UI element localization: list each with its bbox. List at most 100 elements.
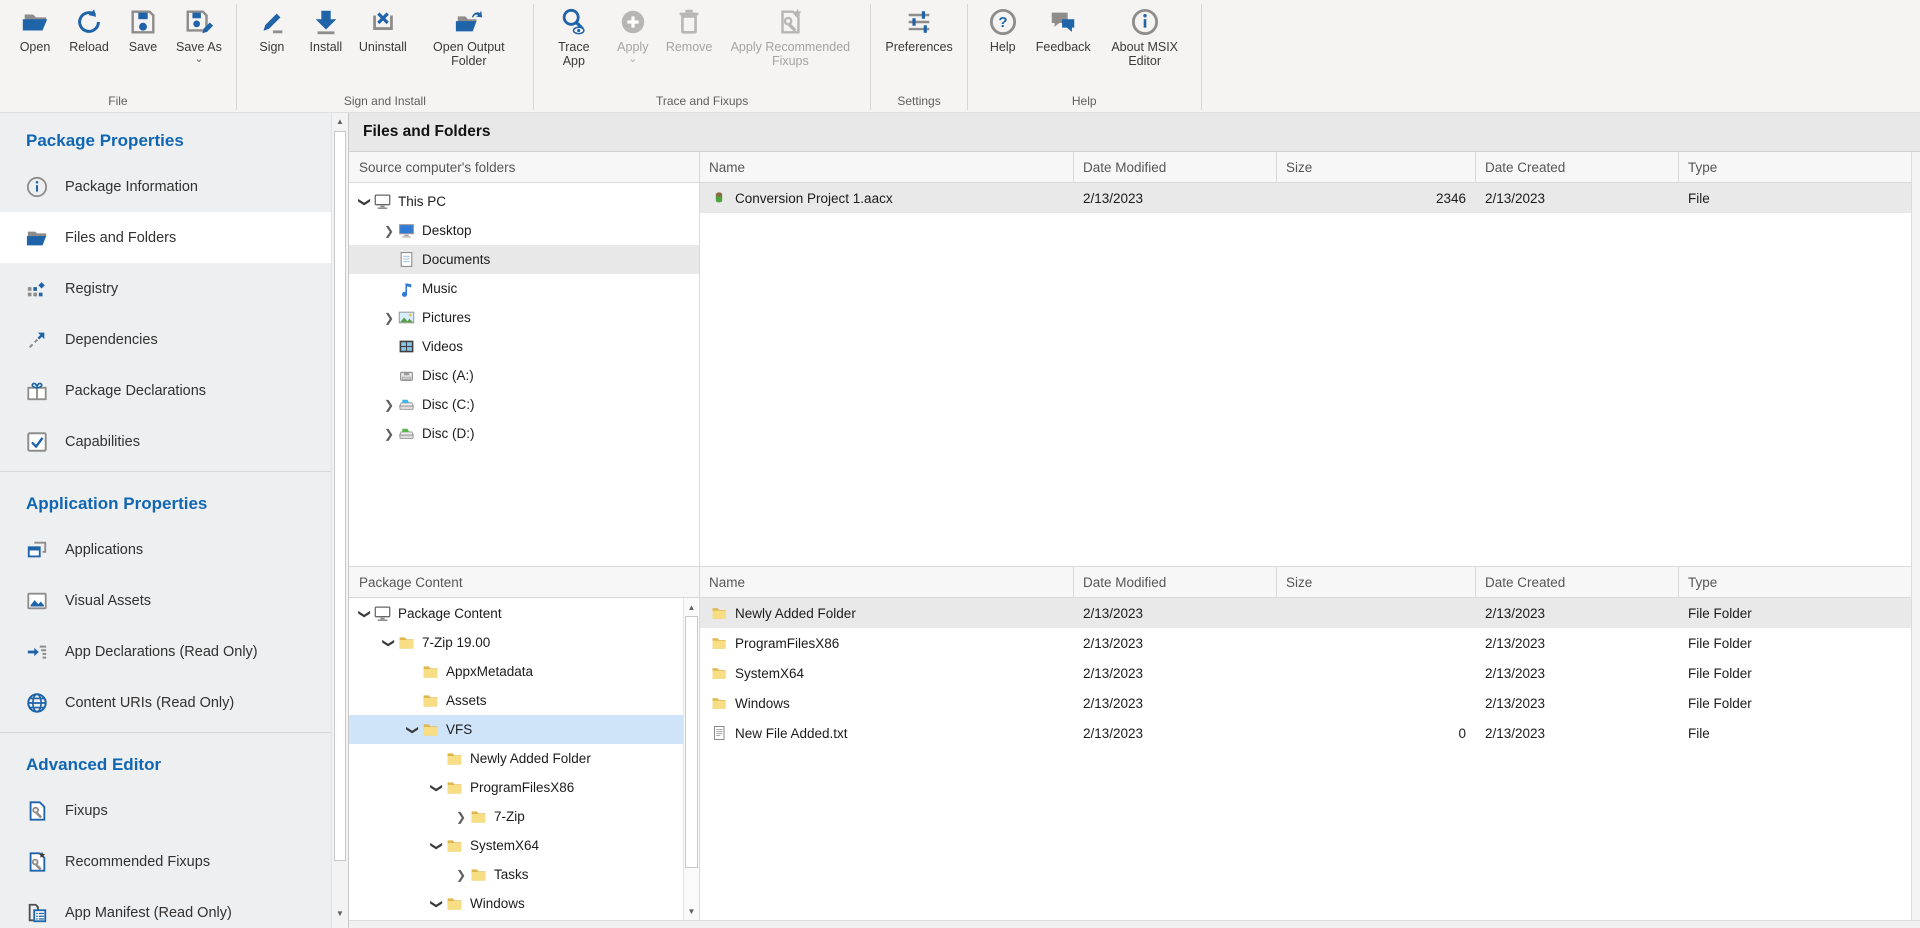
chevron-collapsed-icon[interactable]: ❯ bbox=[381, 224, 397, 238]
tree-item-7-zip[interactable]: ❯7-Zip bbox=[349, 802, 683, 831]
column-header-size[interactable]: Size bbox=[1277, 152, 1476, 182]
chevron-expanded-icon[interactable]: ❯ bbox=[358, 606, 372, 622]
toolbar-button-apply-recommended-fixups[interactable]: Apply Recommended Fixups bbox=[718, 2, 862, 69]
tree-item-tasks[interactable]: ❯Tasks bbox=[349, 860, 683, 889]
toolbar-button-sign[interactable]: Sign bbox=[245, 2, 299, 55]
chevron-expanded-icon[interactable]: ❯ bbox=[430, 780, 444, 796]
package-content-header: Package Content bbox=[349, 567, 699, 598]
tree-item-desktop[interactable]: ❯Desktop bbox=[349, 216, 699, 245]
toolbar-button-preferences[interactable]: Preferences bbox=[879, 2, 958, 55]
tree-item-package-content[interactable]: ❯Package Content bbox=[349, 599, 683, 628]
chevron-expanded-icon[interactable]: ❯ bbox=[430, 896, 444, 912]
sidebar-scroll-thumb[interactable] bbox=[334, 131, 346, 861]
date-modified-cell: 2/13/2023 bbox=[1074, 636, 1277, 651]
date-created-cell: 2/13/2023 bbox=[1476, 606, 1679, 621]
chevron-expanded-icon[interactable]: ❯ bbox=[406, 722, 420, 738]
package-tree-scroll-up-icon[interactable]: ▲ bbox=[684, 599, 699, 615]
toolbar-button-help[interactable]: ?Help bbox=[976, 2, 1030, 55]
chevron-collapsed-icon[interactable]: ❯ bbox=[453, 810, 469, 824]
tree-item-disc-a[interactable]: Disc (A:) bbox=[349, 361, 699, 390]
tree-item-documents[interactable]: Documents bbox=[349, 245, 699, 274]
package-tree-scrollbar[interactable]: ▲ ▼ bbox=[683, 598, 699, 920]
sidebar-item-package-information[interactable]: Package Information bbox=[0, 161, 331, 212]
toolbar-button-label: Install bbox=[310, 40, 343, 54]
sidebar-scroll-up-icon[interactable]: ▲ bbox=[332, 113, 348, 130]
tree-item-7-zip-19-00[interactable]: ❯7-Zip 19.00 bbox=[349, 628, 683, 657]
sidebar-item-app-manifest-read-only[interactable]: App Manifest (Read Only) bbox=[0, 887, 331, 928]
tree-item-newly-added-folder[interactable]: Newly Added Folder bbox=[349, 744, 683, 773]
toolbar-button-trace-app[interactable]: Trace App bbox=[542, 2, 606, 69]
file-row-newly-added-folder[interactable]: Newly Added Folder2/13/20232/13/2023File… bbox=[700, 598, 1911, 628]
tree-item-disc-d[interactable]: ❯Disc (D:) bbox=[349, 419, 699, 448]
toolbar-button-label: Open Output Folder bbox=[419, 40, 519, 68]
column-header-date-created[interactable]: Date Created bbox=[1476, 152, 1679, 182]
file-row-programfilesx86[interactable]: ProgramFilesX862/13/20232/13/2023File Fo… bbox=[700, 628, 1911, 658]
chevron-expanded-icon[interactable]: ❯ bbox=[430, 838, 444, 854]
chevron-collapsed-icon[interactable]: ❯ bbox=[381, 398, 397, 412]
tree-item-systemx64[interactable]: ❯SystemX64 bbox=[349, 831, 683, 860]
sidebar-item-fixups[interactable]: Fixups bbox=[0, 785, 331, 836]
toolbar-button-install[interactable]: Install bbox=[299, 2, 353, 55]
file-row-systemx64[interactable]: SystemX642/13/20232/13/2023File Folder bbox=[700, 658, 1911, 688]
file-row-conversion-project-1-aacx[interactable]: Conversion Project 1.aacx2/13/202323462/… bbox=[700, 183, 1911, 213]
file-row-new-file-added-txt[interactable]: New File Added.txt2/13/202302/13/2023Fil… bbox=[700, 718, 1911, 748]
sidebar-item-registry[interactable]: Registry bbox=[0, 263, 331, 314]
sidebar-item-app-declarations-read-only[interactable]: App Declarations (Read Only) bbox=[0, 626, 331, 677]
column-header-name[interactable]: Name bbox=[700, 152, 1074, 182]
tree-item-programfilesx86[interactable]: ❯ProgramFilesX86 bbox=[349, 773, 683, 802]
tree-item-videos[interactable]: Videos bbox=[349, 332, 699, 361]
toolbar-button-reload[interactable]: Reload bbox=[62, 2, 116, 55]
floppy-icon bbox=[398, 367, 415, 384]
tree-item-pictures[interactable]: ❯ Pictures bbox=[349, 303, 699, 332]
sidebar-scrollbar[interactable]: ▲ ▼ bbox=[331, 113, 348, 928]
tree-item-disc-c[interactable]: ❯Disc (C:) bbox=[349, 390, 699, 419]
sidebar-item-recommended-fixups[interactable]: Recommended Fixups bbox=[0, 836, 331, 887]
toolbar-button-uninstall[interactable]: Uninstall bbox=[353, 2, 413, 55]
sidebar-scroll-down-icon[interactable]: ▼ bbox=[332, 905, 348, 922]
tree-item-appxmetadata[interactable]: AppxMetadata bbox=[349, 657, 683, 686]
main-content: Files and Folders Source computer's fold… bbox=[348, 113, 1920, 928]
chevron-collapsed-icon[interactable]: ❯ bbox=[453, 868, 469, 882]
sidebar-item-applications[interactable]: Applications bbox=[0, 524, 331, 575]
toolbar-button-open[interactable]: Open bbox=[8, 2, 62, 55]
tree-item-vfs[interactable]: ❯VFS bbox=[349, 715, 683, 744]
tree-item-music[interactable]: Music bbox=[349, 274, 699, 303]
tree-item-label: AppxMetadata bbox=[446, 664, 533, 679]
chevron-collapsed-icon[interactable]: ❯ bbox=[381, 311, 397, 325]
toolbar-button-feedback[interactable]: Feedback bbox=[1030, 2, 1097, 55]
sidebar-item-visual-assets[interactable]: Visual Assets bbox=[0, 575, 331, 626]
column-header-date-created[interactable]: Date Created bbox=[1476, 567, 1679, 597]
chevron-collapsed-icon[interactable]: ❯ bbox=[381, 427, 397, 441]
sidebar-item-content-uris-read-only[interactable]: Content URIs (Read Only) bbox=[0, 677, 331, 728]
source-files-rows: Conversion Project 1.aacx2/13/202323462/… bbox=[700, 183, 1911, 566]
sidebar-item-dependencies[interactable]: Dependencies bbox=[0, 314, 331, 365]
column-header-type[interactable]: Type bbox=[1679, 567, 1912, 597]
sidebar-item-package-declarations[interactable]: Package Declarations bbox=[0, 365, 331, 416]
column-header-name[interactable]: Name bbox=[700, 567, 1074, 597]
column-header-size[interactable]: Size bbox=[1277, 567, 1476, 597]
toolbar-button-open-output-folder[interactable]: Open Output Folder bbox=[413, 2, 525, 69]
chevron-expanded-icon[interactable]: ❯ bbox=[382, 635, 396, 651]
column-header-date-modified[interactable]: Date Modified bbox=[1074, 567, 1277, 597]
toolbar-button-save[interactable]: Save bbox=[116, 2, 170, 55]
file-name-cell: SystemX64 bbox=[700, 665, 1074, 681]
tree-item-label: Pictures bbox=[422, 310, 471, 325]
toolbar-button-save-as[interactable]: Save As⌄ bbox=[170, 2, 228, 65]
package-tree-scroll-down-icon[interactable]: ▼ bbox=[684, 903, 699, 919]
svg-text:?: ? bbox=[998, 14, 1007, 31]
toolbar-button-about-msix-editor[interactable]: About MSIX Editor bbox=[1097, 2, 1193, 69]
right-scrollbar-track[interactable] bbox=[1911, 152, 1920, 920]
column-header-date-modified[interactable]: Date Modified bbox=[1074, 152, 1277, 182]
chevron-expanded-icon[interactable]: ❯ bbox=[358, 194, 372, 210]
tree-item-assets[interactable]: Assets bbox=[349, 686, 683, 715]
toolbar-button-apply[interactable]: Apply⌄ bbox=[606, 2, 660, 65]
file-row-windows[interactable]: Windows2/13/20232/13/2023File Folder bbox=[700, 688, 1911, 718]
package-tree-scroll-thumb[interactable] bbox=[685, 616, 698, 868]
sidebar-item-capabilities[interactable]: Capabilities bbox=[0, 416, 331, 467]
tree-item-this-pc[interactable]: ❯This PC bbox=[349, 187, 699, 216]
tree-item-windows[interactable]: ❯Windows bbox=[349, 889, 683, 918]
column-header-type[interactable]: Type bbox=[1679, 152, 1912, 182]
sidebar-item-files-and-folders[interactable]: Files and Folders bbox=[0, 212, 331, 263]
bottom-scrollbar-track[interactable] bbox=[349, 920, 1920, 928]
toolbar-button-remove[interactable]: Remove bbox=[660, 2, 719, 55]
